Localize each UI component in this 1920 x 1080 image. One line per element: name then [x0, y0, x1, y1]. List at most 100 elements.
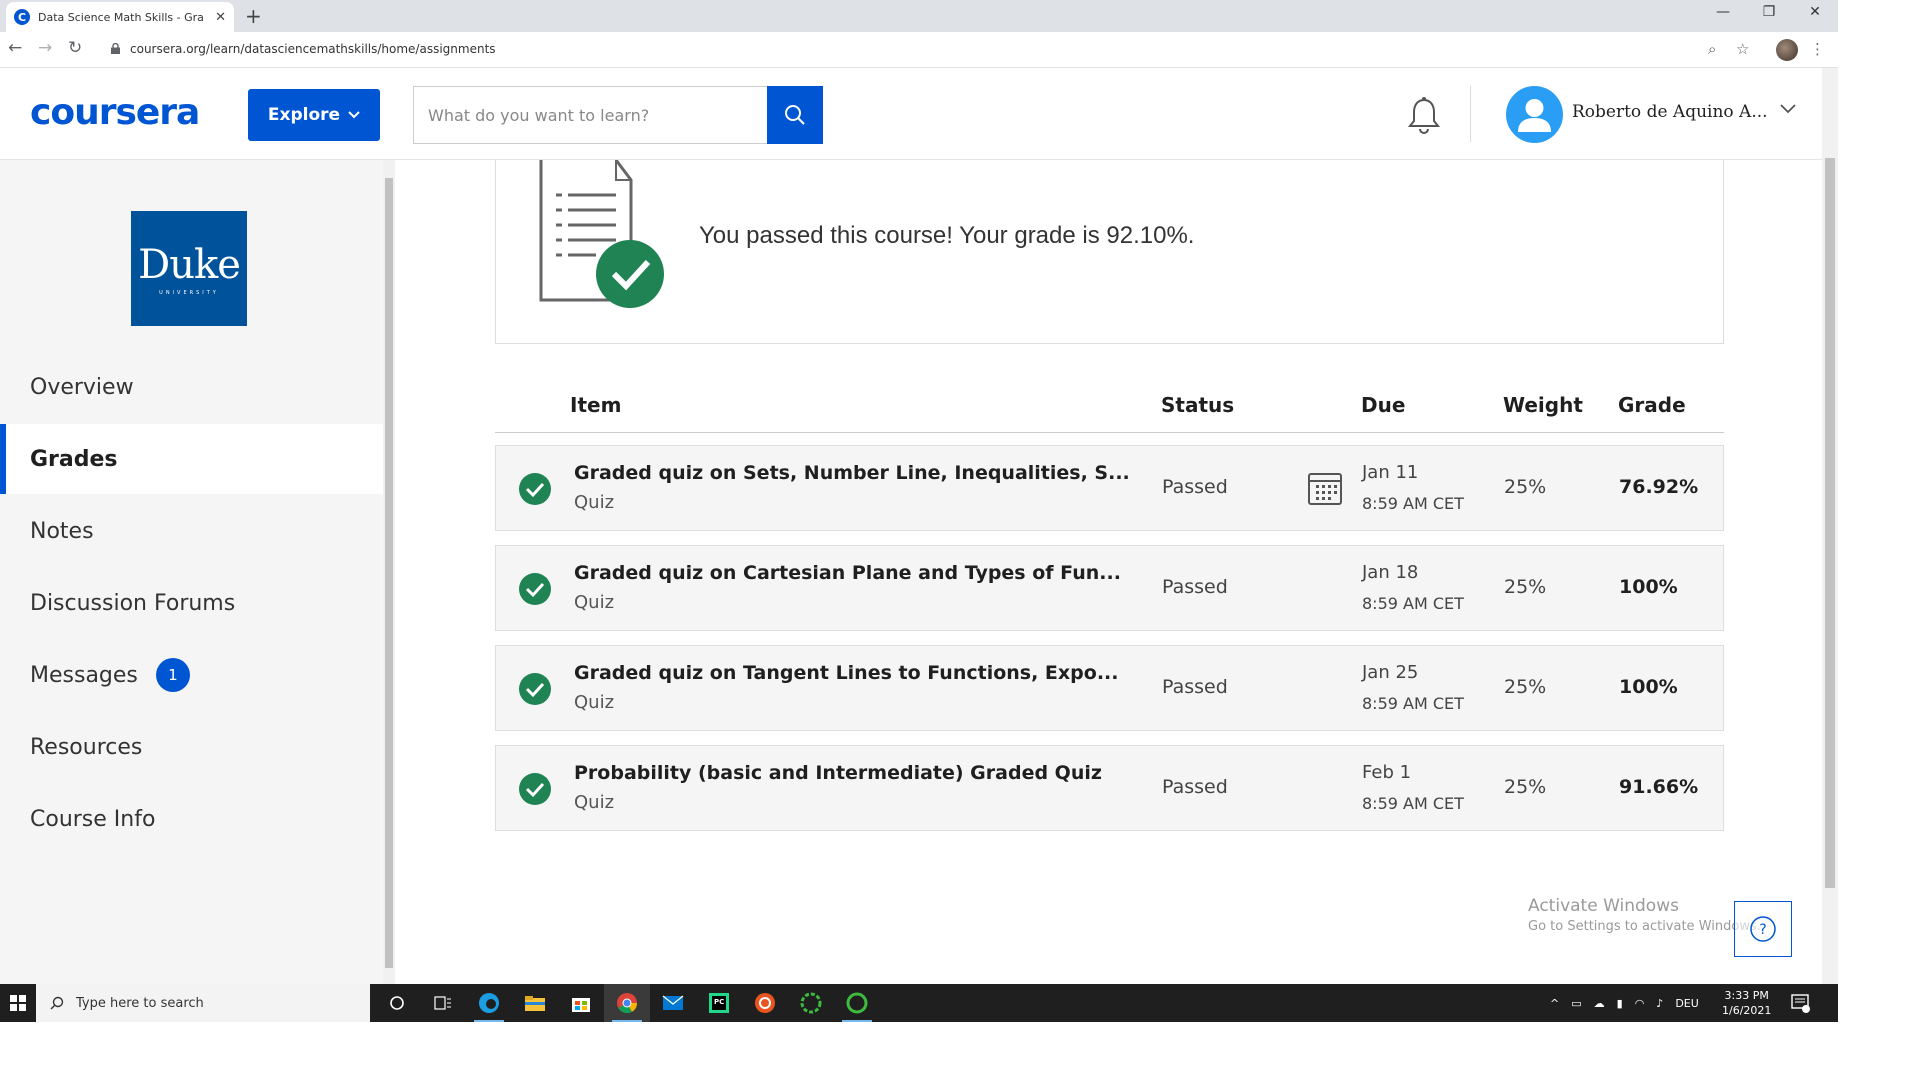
sidebar-item-discussion-forums[interactable]: Discussion Forums — [0, 568, 383, 638]
page-scrollbar-thumb[interactable] — [1825, 158, 1835, 888]
column-header-weight: Weight — [1503, 393, 1583, 417]
table-row[interactable]: Graded quiz on Cartesian Plane and Types… — [495, 545, 1724, 631]
chevron-down-icon — [348, 111, 360, 119]
table-row[interactable]: Probability (basic and Intermediate) Gra… — [495, 745, 1724, 831]
sidebar-item-notes[interactable]: Notes — [0, 496, 383, 566]
item-type: Quiz — [574, 592, 615, 613]
item-title-link[interactable]: Graded quiz on Sets, Number Line, Inequa… — [574, 462, 1130, 484]
item-title-link[interactable]: Graded quiz on Cartesian Plane and Types… — [574, 562, 1121, 584]
passed-document-icon — [539, 160, 664, 308]
close-window-icon[interactable]: ✕ — [1792, 4, 1838, 20]
taskbar-app-pycharm[interactable]: PC — [696, 984, 742, 1022]
item-title-link[interactable]: Graded quiz on Tangent Lines to Function… — [574, 662, 1118, 684]
windows-start-button[interactable] — [0, 984, 36, 1022]
cortana-button[interactable] — [374, 984, 420, 1022]
wifi-icon[interactable]: ◠ — [1635, 997, 1645, 1010]
taskbar-app-chrome[interactable] — [604, 984, 650, 1022]
coursera-logo[interactable]: coursera — [30, 92, 200, 133]
windows-taskbar: Type here to search PC ^ ▭ ☁ ▮ ◠ ♪ DEU 3… — [0, 984, 1838, 1022]
taskbar-app-mail[interactable] — [650, 984, 696, 1022]
activate-windows-watermark: Activate Windows Go to Settings to activ… — [1528, 896, 1761, 934]
item-status: Passed — [1162, 576, 1228, 598]
store-icon — [572, 998, 590, 1012]
due-time: 8:59 AM CET — [1362, 594, 1464, 613]
sidebar-item-course-info[interactable]: Course Info — [0, 784, 383, 854]
new-tab-icon[interactable]: + — [245, 4, 262, 28]
action-center-icon[interactable] — [1790, 993, 1810, 1013]
item-status: Passed — [1162, 776, 1228, 798]
loading-ring-icon — [800, 992, 822, 1014]
minimize-icon[interactable]: — — [1700, 4, 1746, 20]
explore-button[interactable]: Explore — [248, 89, 380, 141]
due-time: 8:59 AM CET — [1362, 494, 1464, 513]
sidebar-item-messages[interactable]: Messages 1 — [0, 640, 383, 710]
screen: C Data Science Math Skills - Grades ✕ + … — [0, 0, 1920, 1080]
sidebar-scrollbar[interactable] — [383, 160, 395, 984]
item-weight: 25% — [1504, 476, 1547, 498]
address-bar[interactable]: coursera.org/learn/datasciencemathskills… — [130, 42, 496, 56]
mail-icon — [662, 995, 684, 1010]
sidebar-scrollbar-thumb[interactable] — [385, 178, 393, 968]
page-scrollbar[interactable] — [1822, 68, 1838, 984]
site-header: coursera Explore Roberto de Aquino A... — [0, 68, 1822, 160]
item-grade: 100% — [1619, 576, 1678, 598]
tab-title: Data Science Math Skills - Grades — [38, 10, 204, 24]
show-hidden-icons-icon[interactable]: ^ — [1550, 997, 1559, 1010]
taskbar-app-green-circle-2[interactable] — [834, 984, 880, 1022]
item-type: Quiz — [574, 792, 615, 813]
sidebar-item-overview[interactable]: Overview — [0, 352, 383, 422]
taskbar-app-store[interactable] — [558, 984, 604, 1022]
battery-icon[interactable]: ▮ — [1617, 997, 1623, 1010]
coursera-favicon-icon: C — [14, 9, 30, 25]
browser-tab[interactable]: C Data Science Math Skills - Grades ✕ — [6, 2, 234, 32]
task-view-button[interactable] — [420, 984, 466, 1022]
network-icon[interactable]: ▭ — [1571, 997, 1581, 1010]
course-passed-card: You passed this course! Your grade is 92… — [495, 160, 1724, 344]
notification-bell-icon[interactable] — [1407, 96, 1441, 134]
user-name[interactable]: Roberto de Aquino A... — [1572, 102, 1768, 122]
passed-check-icon — [519, 673, 551, 705]
search-input[interactable] — [413, 86, 767, 144]
reload-icon[interactable]: ↻ — [68, 38, 82, 58]
search-button[interactable] — [767, 86, 823, 144]
taskbar-clock[interactable]: 3:33 PM 1/6/2021 — [1722, 988, 1771, 1018]
taskbar-app-edge[interactable] — [466, 984, 512, 1022]
zoom-icon[interactable]: ⌕ — [1708, 40, 1716, 58]
back-icon[interactable]: ← — [8, 38, 22, 58]
sidebar-item-resources[interactable]: Resources — [0, 712, 383, 782]
restore-icon[interactable]: ❐ — [1746, 4, 1792, 20]
tab-close-icon[interactable]: ✕ — [215, 10, 226, 25]
item-type: Quiz — [574, 692, 615, 713]
calendar-icon[interactable] — [1307, 470, 1343, 506]
chevron-down-icon[interactable] — [1780, 104, 1796, 114]
due-date: Jan 25 — [1362, 662, 1419, 683]
item-grade: 91.66% — [1619, 776, 1699, 798]
outside-area — [1838, 0, 1920, 1080]
due-date: Jan 18 — [1362, 562, 1419, 583]
duke-university-logo[interactable]: Duke UNIVERSITY — [131, 211, 247, 326]
table-row[interactable]: Graded quiz on Sets, Number Line, Inequa… — [495, 445, 1724, 531]
pycharm-icon: PC — [709, 993, 729, 1013]
forward-icon[interactable]: → — [38, 38, 52, 58]
bookmark-star-icon[interactable]: ☆ — [1736, 40, 1749, 58]
taskbar-search-box[interactable]: Type here to search — [36, 984, 370, 1022]
onedrive-icon[interactable]: ☁ — [1594, 997, 1605, 1010]
taskbar-app-file-explorer[interactable] — [512, 984, 558, 1022]
browser-menu-icon[interactable]: ⋮ — [1810, 40, 1825, 58]
sidebar-item-label: Course Info — [30, 806, 156, 832]
svg-text:PC: PC — [714, 998, 724, 1006]
item-title-link[interactable]: Probability (basic and Intermediate) Gra… — [574, 762, 1102, 784]
taskbar-app-green-circle-1[interactable] — [788, 984, 834, 1022]
passed-check-icon — [519, 573, 551, 605]
table-row[interactable]: Graded quiz on Tangent Lines to Function… — [495, 645, 1724, 731]
sidebar-item-grades[interactable]: Grades — [0, 424, 383, 494]
item-type: Quiz — [574, 492, 615, 513]
taskbar-app-ubuntu[interactable] — [742, 984, 788, 1022]
volume-icon[interactable]: ♪ — [1656, 997, 1663, 1010]
loading-ring-icon — [846, 992, 868, 1014]
input-language[interactable]: DEU — [1675, 997, 1698, 1010]
user-avatar[interactable] — [1506, 86, 1563, 143]
browser-profile-avatar[interactable] — [1776, 39, 1798, 61]
due-date: Feb 1 — [1362, 762, 1412, 783]
help-button[interactable]: ? — [1734, 901, 1792, 957]
